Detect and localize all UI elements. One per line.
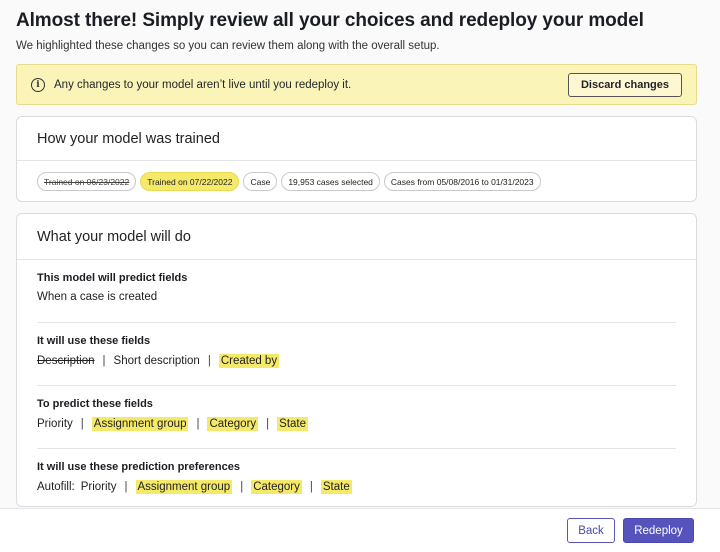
- field-item: Short description: [113, 355, 200, 367]
- separator: |: [124, 481, 128, 493]
- field-added: Created by: [218, 354, 280, 368]
- predict-fields-list: Priority | Assignment group | Category |…: [37, 417, 676, 431]
- back-button[interactable]: Back: [567, 518, 615, 543]
- predict-fields-section: To predict these fields Priority | Assig…: [37, 386, 676, 449]
- separator: |: [196, 418, 200, 430]
- predict-value: When a case is created: [37, 291, 158, 303]
- predict-section: This model will predict fields When a ca…: [37, 260, 676, 323]
- training-heading: How your model was trained: [17, 117, 696, 161]
- discard-changes-button[interactable]: Discard changes: [567, 72, 682, 97]
- training-card: How your model was trained Trained on 06…: [16, 116, 697, 202]
- redeploy-button[interactable]: Redeploy: [623, 518, 694, 543]
- separator: |: [309, 481, 313, 493]
- field-added: Assignment group: [91, 417, 189, 431]
- field-added: State: [277, 417, 309, 431]
- preferences-title: It will use these prediction preferences: [37, 461, 240, 473]
- predict-fields-title: To predict these fields: [37, 398, 153, 410]
- separator: |: [266, 418, 270, 430]
- separator: |: [102, 355, 106, 367]
- preferences-prefix: Autofill:: [37, 481, 75, 493]
- page-subtitle: We highlighted these changes so you can …: [16, 40, 440, 52]
- chip-table: Case: [243, 172, 278, 191]
- will-do-heading: What your model will do: [17, 214, 696, 260]
- separator: |: [207, 355, 211, 367]
- will-do-card: What your model will do This model will …: [16, 213, 697, 507]
- training-chips: Trained on 06/23/2022 Trained on 07/22/2…: [17, 161, 696, 202]
- info-icon: i: [31, 77, 45, 92]
- field-removed: Description: [37, 355, 95, 367]
- separator: |: [240, 481, 244, 493]
- alert-text: Any changes to your model aren’t live un…: [54, 78, 352, 91]
- field-added: State: [320, 480, 352, 494]
- chip-date-range: Cases from 05/08/2016 to 01/31/2023: [383, 172, 541, 191]
- page-title: Almost there! Simply review all your cho…: [16, 10, 644, 31]
- preferences-list: Autofill: Priority | Assignment group | …: [37, 480, 676, 494]
- footer-bar: Back Redeploy: [0, 508, 720, 552]
- field-item: Priority: [80, 481, 117, 493]
- chip-cases-selected: 19,953 cases selected: [281, 172, 380, 191]
- chip-trained-old: Trained on 06/23/2022: [37, 172, 137, 191]
- field-added: Category: [207, 417, 259, 431]
- field-added: Assignment group: [135, 480, 233, 494]
- use-fields-section: It will use these fields Description | S…: [37, 323, 676, 386]
- predict-title: This model will predict fields: [37, 272, 188, 284]
- use-fields-list: Description | Short description | Create…: [37, 354, 676, 368]
- field-added: Category: [251, 480, 302, 494]
- review-page: Almost there! Simply review all your cho…: [0, 0, 720, 508]
- redeploy-alert: i Any changes to your model aren’t live …: [16, 64, 697, 105]
- use-fields-title: It will use these fields: [37, 335, 151, 347]
- preferences-section: It will use these prediction preferences…: [37, 449, 676, 506]
- field-item: Priority: [37, 418, 73, 430]
- chip-trained-new: Trained on 07/22/2022: [140, 172, 240, 191]
- separator: |: [80, 418, 84, 430]
